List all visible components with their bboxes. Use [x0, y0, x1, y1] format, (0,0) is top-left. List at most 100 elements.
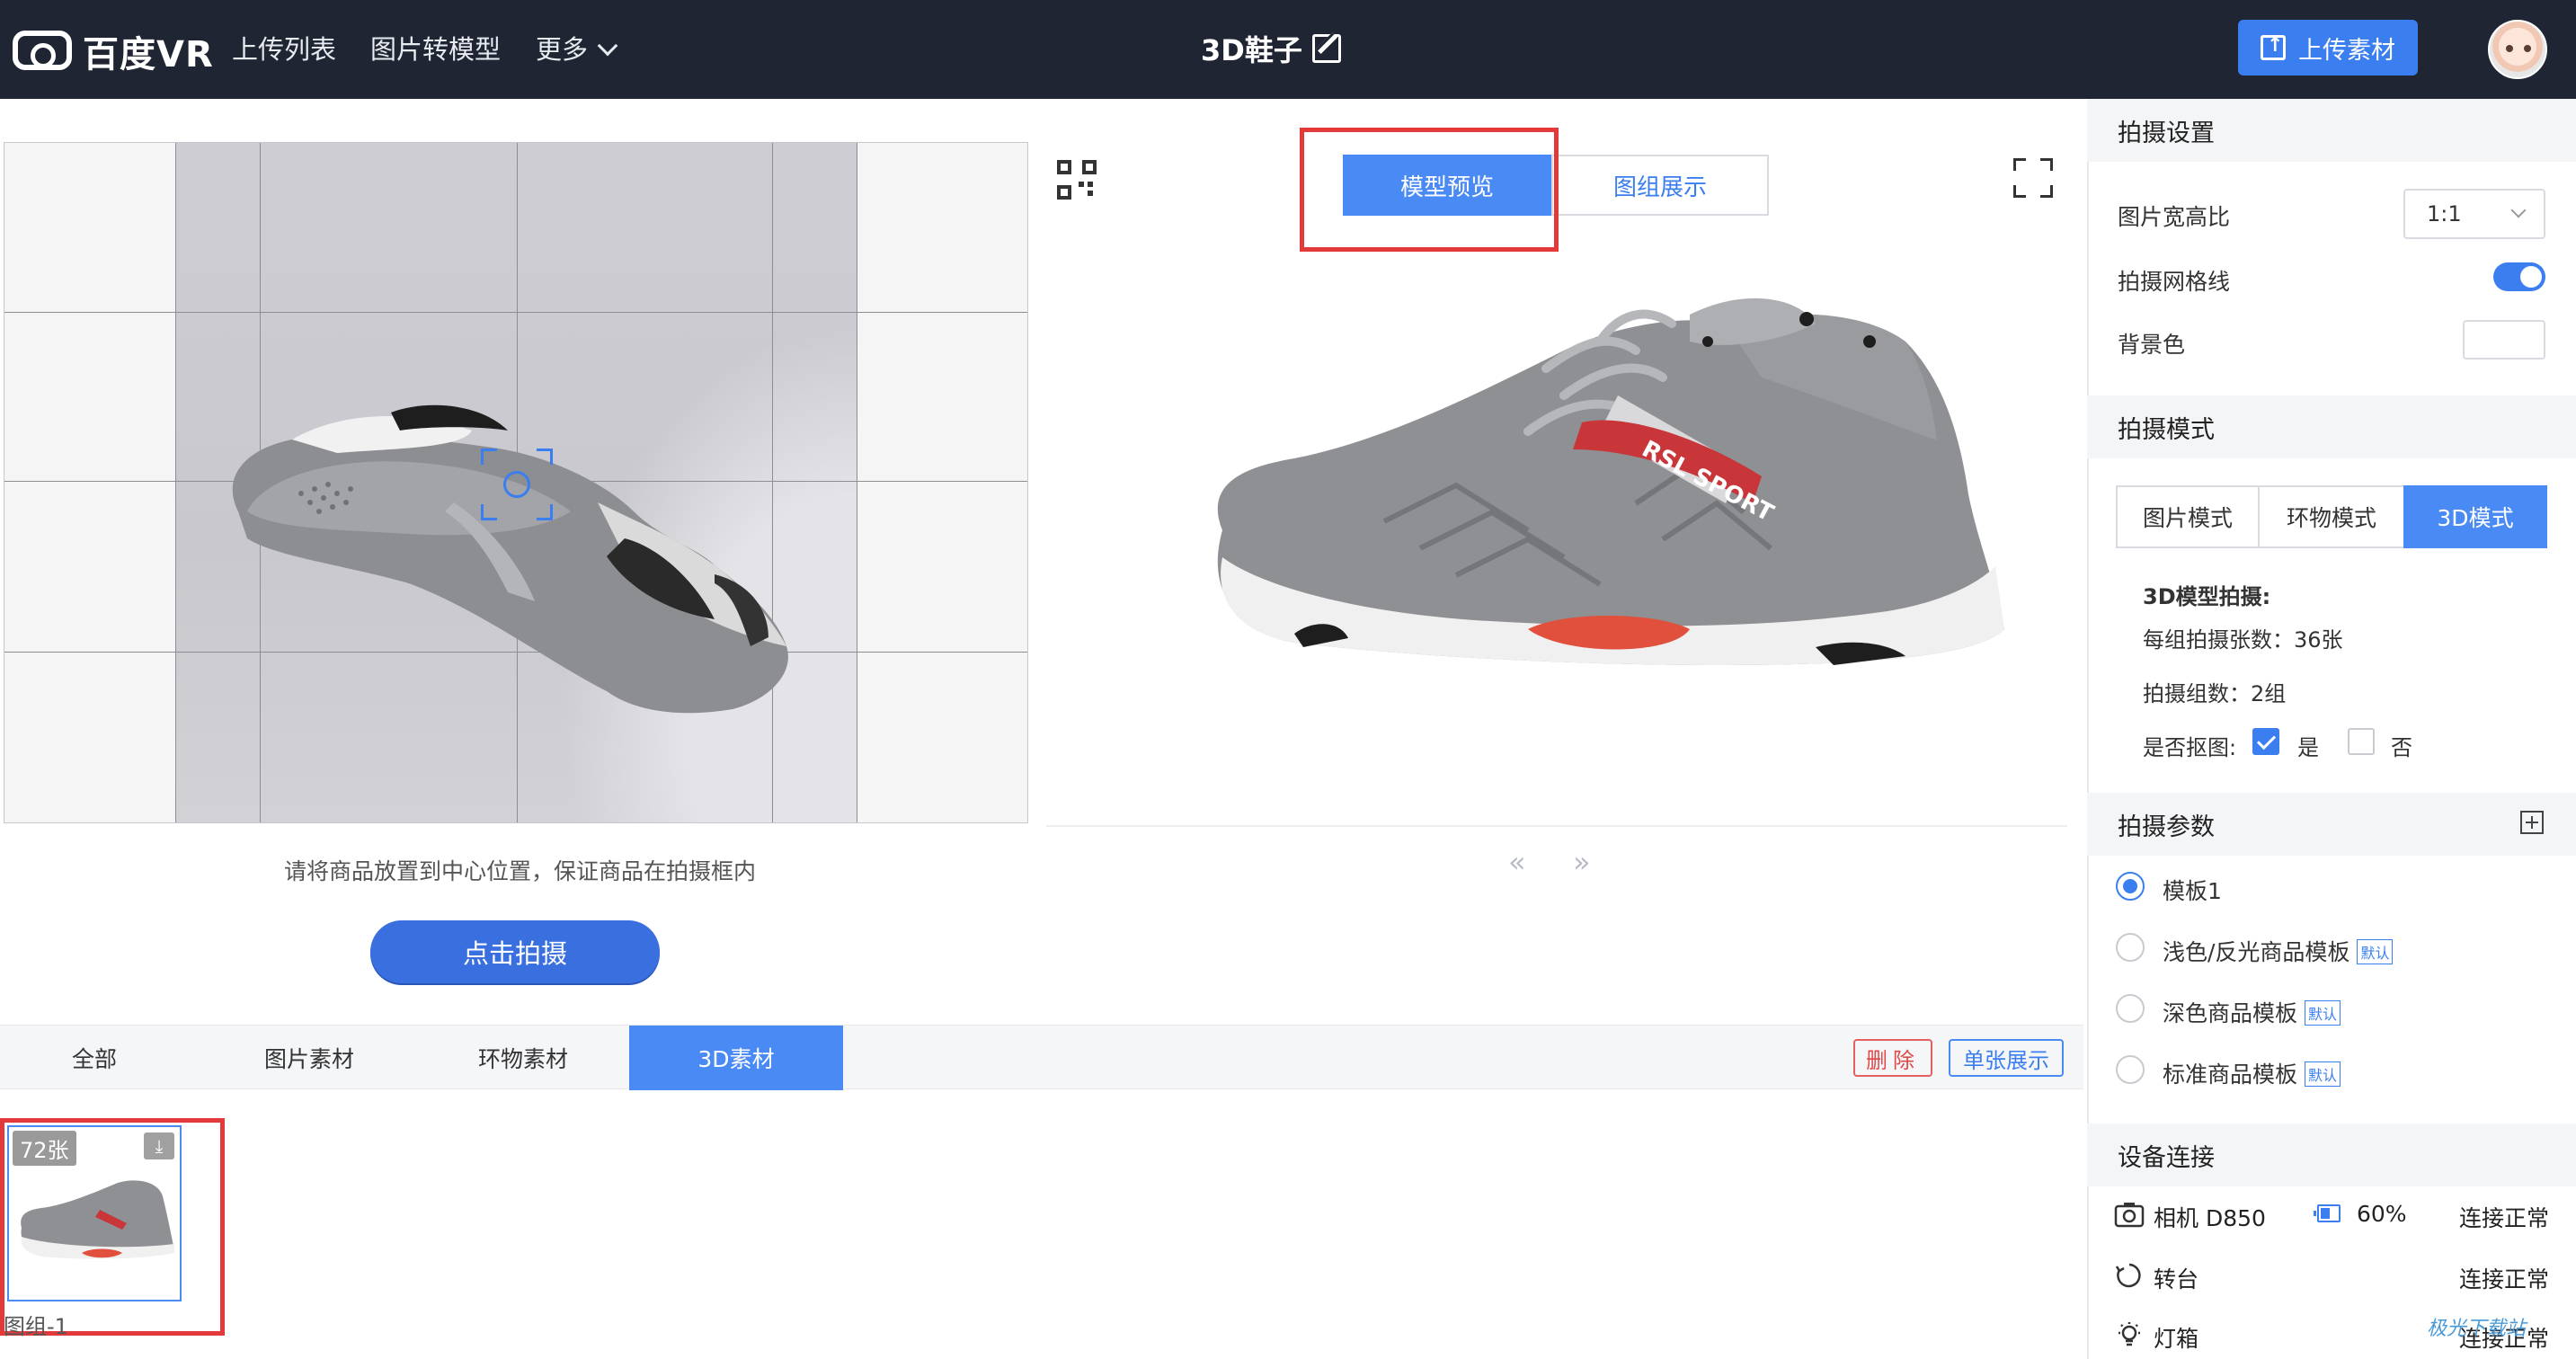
section-capture-mode: 拍摄模式: [2087, 395, 2576, 458]
device-turntable-name: 转台: [2154, 1266, 2199, 1292]
user-avatar[interactable]: [2488, 20, 2547, 79]
template-name: 浅色/反光商品模板: [2163, 939, 2350, 965]
shoe-camera-image: [232, 404, 788, 714]
camera-battery: 60%: [2357, 1201, 2407, 1227]
template-label-2: 浅色/反光商品模板 默认: [2163, 935, 2394, 967]
fs-corner: [2013, 158, 2026, 171]
section-device-connection: 设备连接: [2087, 1124, 2576, 1186]
aspect-ratio-select[interactable]: 1:1: [2403, 189, 2545, 239]
grid-lines-toggle[interactable]: [2493, 262, 2545, 291]
add-template-icon[interactable]: [2520, 811, 2544, 834]
nav-more[interactable]: 更多: [536, 29, 618, 67]
template-radio-1[interactable]: [2116, 872, 2145, 901]
prev-page-button[interactable]: «: [1508, 845, 1526, 879]
qr-finder: [1057, 160, 1071, 174]
logo-text[interactable]: 百度VR: [83, 25, 214, 77]
tab-image-group[interactable]: 图组展示: [1551, 155, 1769, 216]
thumbnail-label: 图组-1: [4, 1314, 68, 1339]
group-count: 拍摄组数：2组: [2143, 681, 2287, 706]
focus-target-icon: [481, 449, 553, 520]
edit-title-icon[interactable]: [1312, 34, 1341, 63]
next-page-button[interactable]: »: [1573, 845, 1591, 879]
focus-corner: [537, 449, 553, 465]
document-title: 3D鞋子: [1201, 33, 1302, 67]
mode-object[interactable]: 环物模式: [2258, 485, 2405, 548]
tab-3d-material[interactable]: 3D素材: [629, 1026, 843, 1090]
model-info-title: 3D模型拍摄:: [2143, 584, 2271, 609]
template-label-3: 深色商品模板 默认: [2163, 996, 2341, 1028]
qr-finder: [1057, 185, 1071, 200]
battery-icon: [2314, 1204, 2341, 1222]
upload-button-label: 上传素材: [2298, 36, 2395, 65]
cutout-label: 是否抠图:: [2143, 735, 2237, 760]
template-name: 深色商品模板: [2163, 1000, 2298, 1026]
preview-divider: [1046, 825, 2067, 827]
default-badge: 默认: [2305, 1000, 2341, 1026]
fs-corner: [2040, 158, 2053, 171]
highlight-box: [1300, 128, 1559, 252]
focus-corner: [481, 449, 497, 465]
lightbox-icon: [2119, 1322, 2140, 1346]
chevron-down-icon: [597, 35, 618, 57]
template-name: 标准商品模板: [2163, 1061, 2298, 1088]
capture-hint: 请将商品放置到中心位置，保证商品在拍摄框内: [284, 858, 757, 884]
delete-button[interactable]: 删除: [1853, 1039, 1932, 1077]
fs-corner: [2013, 185, 2026, 198]
shoot-button[interactable]: 点击拍摄: [370, 920, 660, 983]
tab-image-material[interactable]: 图片素材: [201, 1026, 417, 1090]
turntable-icon: [2115, 1263, 2141, 1288]
upload-material-button[interactable]: 上传素材: [2238, 20, 2418, 76]
top-bar: 百度VR 上传列表 图片转模型 更多 3D鞋子 上传素材: [0, 0, 2576, 99]
template-name: 模板1: [2163, 878, 2222, 904]
nav-more-label: 更多: [536, 34, 589, 65]
qr-finder: [1082, 160, 1097, 174]
template-label-4: 标准商品模板 默认: [2163, 1057, 2341, 1089]
tab-object-material[interactable]: 环物素材: [417, 1026, 629, 1090]
bg-color-picker[interactable]: [2463, 320, 2545, 360]
nav-image-to-model[interactable]: 图片转模型: [370, 29, 501, 67]
cutout-yes-label: 是: [2297, 735, 2319, 760]
device-camera-name: 相机 D850: [2154, 1205, 2266, 1231]
default-badge: 默认: [2305, 1061, 2341, 1087]
section-capture-settings: 拍摄设置: [2087, 99, 2576, 162]
focus-ring: [503, 471, 530, 498]
baidu-vr-logo-icon[interactable]: [13, 31, 72, 70]
section-capture-params: 拍摄参数: [2087, 793, 2576, 856]
aspect-ratio-value: 1:1: [2427, 201, 2462, 226]
single-view-button[interactable]: 单张展示: [1949, 1039, 2064, 1077]
focus-corner: [537, 504, 553, 520]
qr-code-icon[interactable]: [1057, 160, 1097, 200]
fullscreen-icon[interactable]: [2013, 158, 2053, 198]
shoe-3d-model[interactable]: RSL SPORT: [1186, 288, 2013, 692]
bg-color-label: 背景色: [2118, 332, 2186, 358]
material-tab-bar: 全部 图片素材 环物素材 3D素材: [0, 1025, 2083, 1090]
mode-image[interactable]: 图片模式: [2116, 485, 2260, 548]
chevron-down-icon: [2510, 202, 2527, 218]
camera-viewport: [4, 142, 1028, 823]
nav-upload-list[interactable]: 上传列表: [232, 29, 336, 67]
focus-corner: [481, 504, 497, 520]
mode-3d[interactable]: 3D模式: [2403, 485, 2547, 548]
highlight-box: [0, 1118, 225, 1336]
camera-icon: [2114, 1203, 2145, 1228]
device-lightbox-name: 灯箱: [2154, 1326, 2199, 1352]
upload-icon: [2261, 34, 2286, 60]
grid-line: [175, 143, 176, 822]
cutout-no-label: 否: [2391, 735, 2412, 760]
fs-corner: [2040, 185, 2053, 198]
default-badge: 默认: [2357, 939, 2394, 964]
qr-dot: [1088, 191, 1093, 196]
aspect-ratio-label: 图片宽高比: [2118, 204, 2231, 230]
cutout-yes-checkbox[interactable]: [2252, 728, 2279, 755]
tab-all[interactable]: 全部: [0, 1026, 189, 1090]
cutout-no-checkbox[interactable]: [2348, 728, 2375, 755]
template-radio-4[interactable]: [2116, 1055, 2145, 1084]
qr-dot: [1088, 182, 1093, 187]
camera-status: 连接正常: [2459, 1205, 2550, 1231]
template-radio-3[interactable]: [2116, 994, 2145, 1023]
qr-dot: [1079, 182, 1084, 187]
site-watermark: 极光下载站: [2427, 1318, 2527, 1340]
turntable-status: 连接正常: [2459, 1266, 2550, 1292]
template-radio-2[interactable]: [2116, 933, 2145, 962]
per-group-count: 每组拍摄张数：36张: [2143, 627, 2343, 653]
